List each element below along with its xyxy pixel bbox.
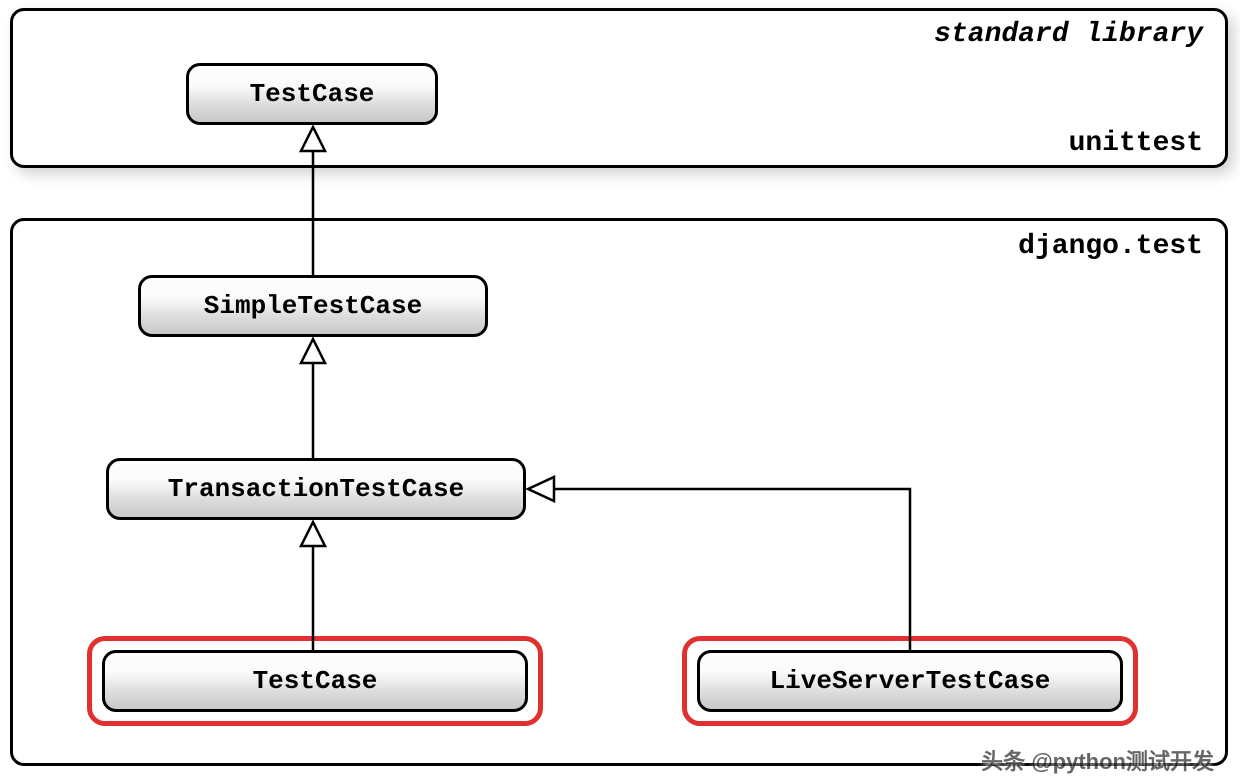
panel-title-django-test: django.test	[1018, 231, 1203, 262]
node-transaction-testcase: TransactionTestCase	[106, 458, 526, 520]
panel-title-standard-library: standard library	[934, 19, 1203, 50]
node-label: TestCase	[250, 79, 375, 109]
diagram-canvas: standard library unittest TestCase djang…	[0, 0, 1240, 782]
node-label: SimpleTestCase	[204, 291, 422, 321]
node-simple-testcase: SimpleTestCase	[138, 275, 488, 337]
node-liveserver-testcase: LiveServerTestCase	[697, 650, 1123, 712]
node-label: TestCase	[253, 666, 378, 696]
node-django-testcase: TestCase	[102, 650, 528, 712]
watermark: 头条 @python测试开发	[981, 744, 1214, 776]
node-label: TransactionTestCase	[168, 474, 464, 504]
panel-title-unittest: unittest	[1069, 128, 1203, 159]
node-label: LiveServerTestCase	[770, 666, 1051, 696]
node-unittest-testcase: TestCase	[186, 63, 438, 125]
